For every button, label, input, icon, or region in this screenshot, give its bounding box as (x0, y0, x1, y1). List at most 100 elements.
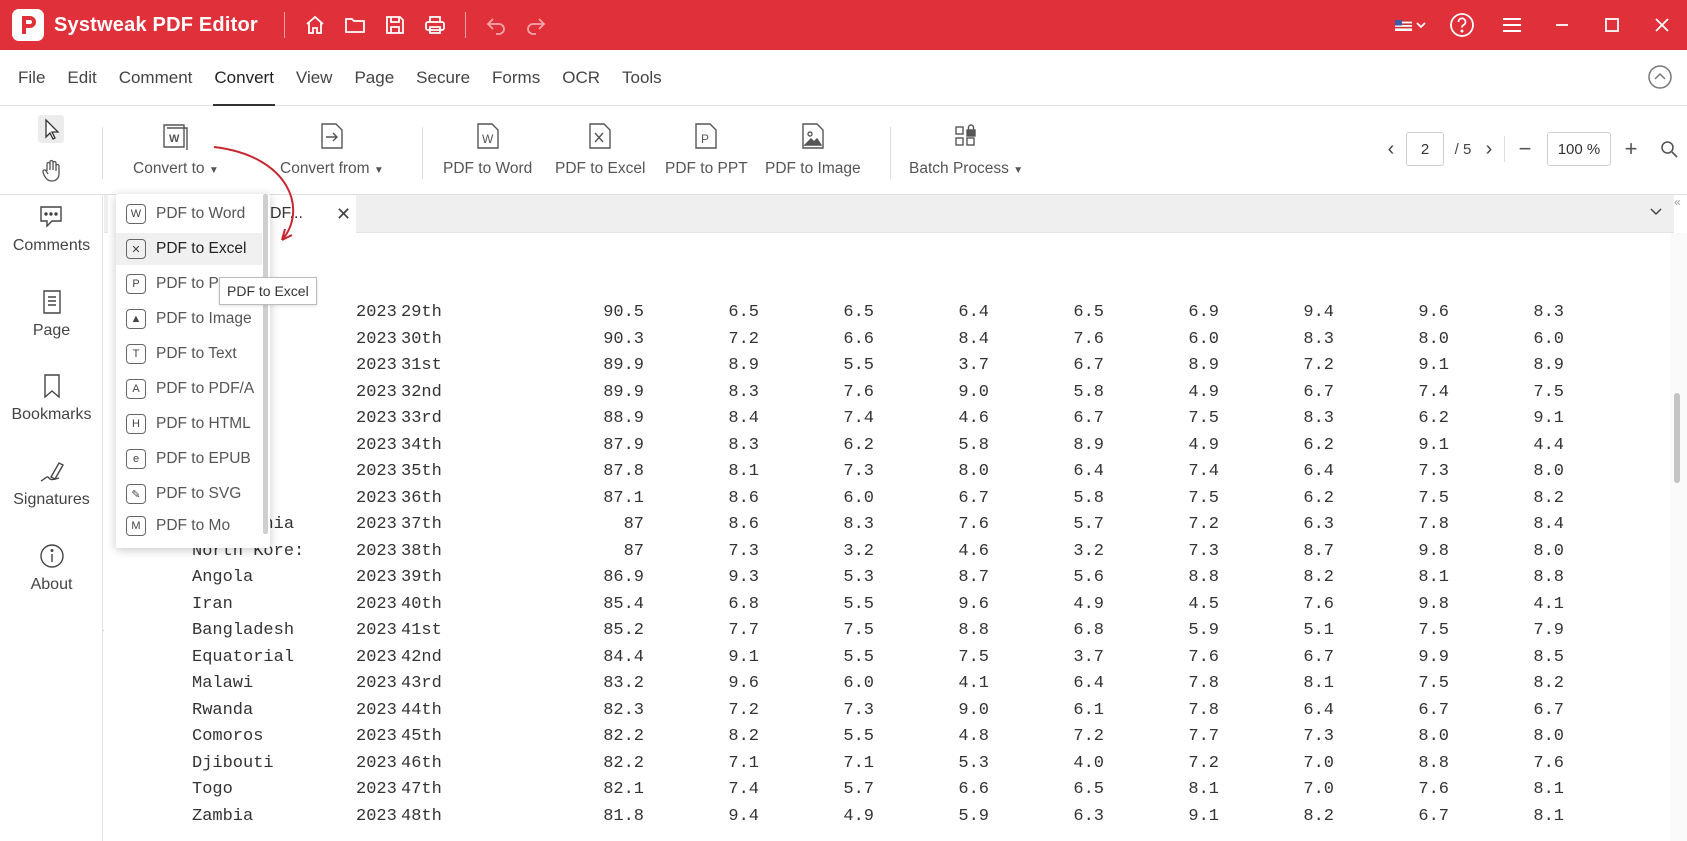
table-cell: 82.2 (603, 727, 644, 746)
sidebar-label: Signatures (13, 491, 90, 508)
table-cell: 89.9 (603, 382, 644, 402)
collapse-ribbon-icon[interactable] (1647, 64, 1673, 95)
format-icon: e (126, 449, 146, 469)
table-cell: 6.2 (843, 435, 874, 455)
pdf-to-word-button[interactable]: W PDF to Word (443, 121, 532, 178)
table-cell: 7.6 (1188, 647, 1219, 667)
table-cell: 8.1 (1418, 568, 1449, 587)
table-cell: 7.7 (728, 621, 759, 640)
menu-tools[interactable]: Tools (611, 50, 673, 106)
zoom-input[interactable]: 100 % (1547, 132, 1611, 166)
dropdown-item[interactable]: ▲ PDF to Image (116, 303, 262, 335)
redo-icon[interactable] (516, 5, 556, 45)
scrollbar-thumb[interactable] (1674, 393, 1680, 483)
menu-ocr[interactable]: OCR (551, 50, 611, 106)
vertical-scrollbar[interactable] (1670, 233, 1687, 841)
pdf-to-excel-button[interactable]: PDF to Excel (555, 121, 645, 178)
table-cell: 2023 (356, 727, 397, 746)
table-cell: 2023 (356, 806, 397, 826)
dropdown-item[interactable]: A PDF to PDF/A (116, 373, 262, 405)
format-icon: ▲ (126, 309, 146, 329)
batch-process-button[interactable]: Batch Process ▼ (909, 121, 1023, 178)
table-cell: 87.8 (603, 462, 644, 481)
menu-edit[interactable]: Edit (56, 50, 107, 106)
home-icon[interactable] (295, 5, 335, 45)
tab-list-chevron-icon[interactable] (1648, 203, 1664, 224)
hand-tool-icon[interactable] (41, 159, 63, 188)
table-cell: 3.2 (1073, 541, 1104, 561)
expand-panel-icon[interactable]: « (1674, 195, 1681, 209)
convert-from-icon (321, 123, 343, 149)
table-cell: 6.2 (1418, 409, 1449, 428)
menu-page[interactable]: Page (343, 50, 405, 106)
table-cell: 7.5 (1188, 409, 1219, 428)
menu-file[interactable]: File (7, 50, 56, 106)
table-cell: 7.6 (1533, 753, 1564, 773)
zoom-out-icon[interactable]: − (1513, 136, 1537, 162)
hamburger-menu-icon[interactable] (1487, 5, 1537, 45)
svg-text:P: P (701, 132, 709, 146)
table-cell: 8.7 (958, 568, 989, 587)
table-cell: 35th (401, 462, 442, 481)
table-cell: 4.1 (1533, 594, 1564, 614)
dropdown-item[interactable]: T PDF to Text (116, 338, 262, 370)
current-page-input[interactable]: 2 (1406, 132, 1444, 166)
print-icon[interactable] (415, 5, 455, 45)
pdf-to-image-button[interactable]: PDF to Image (765, 121, 861, 178)
sidebar-item-bookmarks[interactable]: Bookmarks (0, 372, 103, 424)
table-cell: 8.8 (1418, 753, 1449, 773)
table-cell: 8.8 (1188, 568, 1219, 587)
table-cell: 2023 (356, 568, 397, 587)
table-cell: 82.1 (603, 780, 644, 799)
table-cell: 6.7 (1303, 382, 1334, 402)
pdf-to-ppt-button[interactable]: P PDF to PPT (665, 121, 748, 178)
table-cell: 8.0 (958, 462, 989, 481)
sidebar-item-signatures[interactable]: Signatures (0, 457, 103, 509)
table-cell: 85.4 (603, 594, 644, 614)
sidebar-item-about[interactable]: About (0, 542, 103, 594)
language-flag-icon[interactable] (1387, 5, 1437, 45)
table-cell: 46th (401, 753, 442, 773)
table-cell: 5.5 (843, 594, 874, 614)
table-cell: 9.1 (1418, 435, 1449, 455)
menu-forms[interactable]: Forms (481, 50, 551, 106)
format-icon: A (126, 379, 146, 399)
menu-view[interactable]: View (285, 50, 344, 106)
undo-icon[interactable] (476, 5, 516, 45)
total-pages: / 5 (1454, 140, 1472, 158)
previous-page-icon[interactable]: ‹ (1376, 138, 1406, 161)
save-icon[interactable] (375, 5, 415, 45)
dropdown-item[interactable]: H PDF to HTML (116, 408, 262, 440)
signature-icon (40, 462, 64, 482)
help-icon[interactable] (1437, 5, 1487, 45)
table-cell: 8.4 (958, 329, 989, 349)
dropdown-item[interactable]: e PDF to EPUB (116, 443, 262, 475)
close-tab-icon[interactable]: ✕ (336, 204, 351, 225)
info-icon (39, 544, 64, 568)
dropdown-item[interactable]: M PDF to Mo (116, 510, 262, 542)
menu-secure[interactable]: Secure (405, 50, 481, 106)
zoom-in-icon[interactable]: + (1611, 136, 1651, 162)
minimize-icon[interactable] (1537, 5, 1587, 45)
sidebar-item-page[interactable]: Page (0, 288, 103, 340)
table-cell: 7.4 (1188, 462, 1219, 481)
table-cell: 8.2 (1303, 568, 1334, 587)
table-cell: Comoros (192, 727, 264, 746)
dropdown-item[interactable]: ✎ PDF to SVG (116, 478, 262, 510)
search-icon[interactable] (1651, 140, 1687, 158)
next-page-icon[interactable]: › (1482, 138, 1496, 161)
sidebar-item-comments[interactable]: Comments (0, 203, 103, 255)
maximize-icon[interactable] (1587, 5, 1637, 45)
open-folder-icon[interactable] (335, 5, 375, 45)
table-cell: 8.0 (1533, 727, 1564, 746)
table-cell: 7.0 (1303, 753, 1334, 773)
dropdown-item-label: PDF to HTML (156, 415, 251, 432)
table-cell: 9.6 (1418, 303, 1449, 322)
table-cell: 7.1 (728, 753, 759, 773)
select-tool-icon[interactable] (38, 115, 64, 148)
menu-comment[interactable]: Comment (108, 50, 204, 106)
table-cell: 7.2 (1188, 515, 1219, 534)
close-window-icon[interactable] (1637, 5, 1687, 45)
menu-convert[interactable]: Convert (203, 50, 285, 106)
table-cell: 2023 (356, 488, 397, 508)
